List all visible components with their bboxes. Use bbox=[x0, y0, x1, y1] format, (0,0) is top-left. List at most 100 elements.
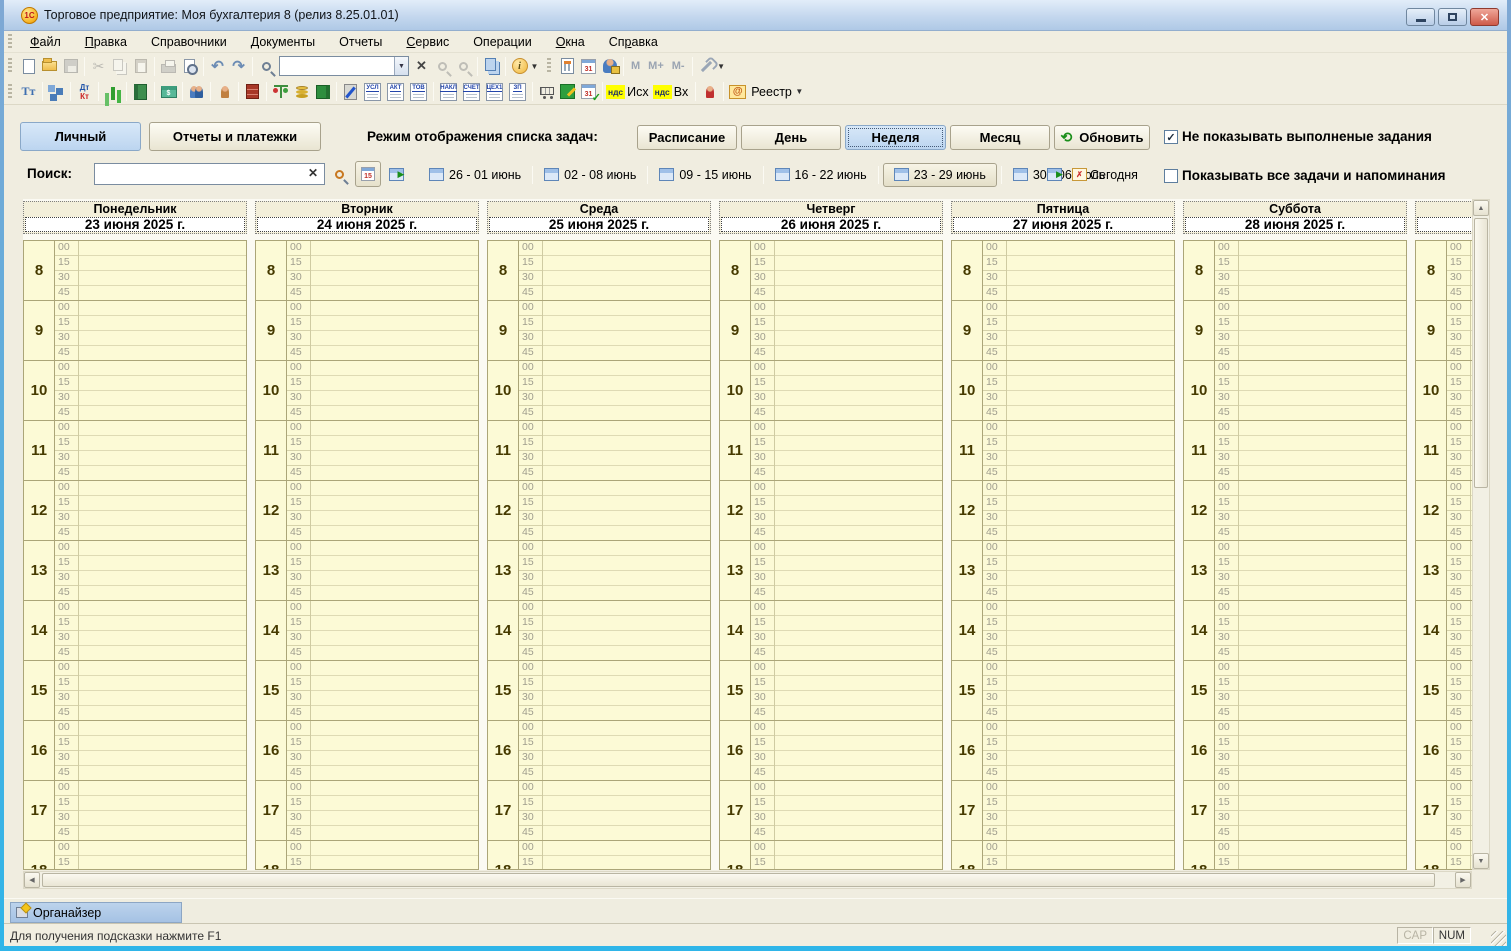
money-icon[interactable] bbox=[291, 81, 312, 102]
organizer-window-tab[interactable]: Органайзер bbox=[10, 902, 182, 923]
time-slot[interactable] bbox=[311, 346, 478, 361]
time-slot[interactable] bbox=[543, 241, 710, 256]
time-slot[interactable] bbox=[1239, 436, 1406, 451]
time-slot[interactable] bbox=[775, 526, 942, 541]
time-slot[interactable] bbox=[543, 301, 710, 316]
time-slot[interactable] bbox=[543, 436, 710, 451]
time-slot[interactable] bbox=[79, 856, 246, 870]
hide-done-checkbox[interactable]: ✓ bbox=[1164, 130, 1178, 144]
close-button[interactable]: ✕ bbox=[1470, 8, 1499, 26]
time-slot[interactable] bbox=[543, 316, 710, 331]
time-slot[interactable] bbox=[775, 766, 942, 781]
calendar-check-icon[interactable]: 31✓ bbox=[578, 81, 599, 102]
calculator-icon[interactable] bbox=[557, 56, 578, 77]
print-preview-icon[interactable] bbox=[179, 56, 200, 77]
time-slot[interactable] bbox=[311, 781, 478, 796]
time-slot[interactable] bbox=[311, 826, 478, 841]
time-slot[interactable] bbox=[543, 721, 710, 736]
time-slot[interactable] bbox=[543, 856, 710, 870]
time-slot[interactable] bbox=[543, 646, 710, 661]
time-slot[interactable] bbox=[311, 391, 478, 406]
time-slot[interactable] bbox=[79, 706, 246, 721]
menu-item[interactable]: Отчеты bbox=[327, 32, 394, 52]
time-slot[interactable] bbox=[1239, 571, 1406, 586]
day-header[interactable] bbox=[1415, 201, 1472, 234]
memory-recall-button[interactable]: M bbox=[627, 56, 644, 77]
time-slot[interactable] bbox=[311, 691, 478, 706]
time-slot[interactable] bbox=[775, 406, 942, 421]
time-slot[interactable] bbox=[543, 601, 710, 616]
time-slot[interactable] bbox=[1007, 586, 1174, 601]
copy-icon[interactable] bbox=[109, 56, 130, 77]
time-slot[interactable] bbox=[1239, 241, 1406, 256]
time-slot[interactable] bbox=[1007, 841, 1174, 856]
time-slot[interactable] bbox=[1239, 331, 1406, 346]
time-slot[interactable] bbox=[775, 586, 942, 601]
vertical-scrollbar[interactable]: ▲ ▼ bbox=[1472, 199, 1490, 870]
time-slot[interactable] bbox=[1007, 796, 1174, 811]
time-slot[interactable] bbox=[775, 331, 942, 346]
time-slot[interactable] bbox=[1007, 616, 1174, 631]
time-slot[interactable] bbox=[311, 301, 478, 316]
time-slot[interactable] bbox=[1007, 706, 1174, 721]
time-slot[interactable] bbox=[79, 676, 246, 691]
week-button[interactable]: 26 - 01 июнь bbox=[422, 165, 528, 185]
day-header[interactable]: Четверг26 июня 2025 г. bbox=[719, 201, 943, 234]
time-slot[interactable] bbox=[543, 466, 710, 481]
time-slot[interactable] bbox=[1007, 466, 1174, 481]
time-slot[interactable] bbox=[1007, 646, 1174, 661]
time-slot[interactable] bbox=[79, 241, 246, 256]
time-slot[interactable] bbox=[79, 556, 246, 571]
tab-personal[interactable]: Личный bbox=[20, 122, 141, 151]
clear-search-icon[interactable]: ✕ bbox=[411, 56, 432, 77]
week-button[interactable]: 02 - 08 июнь bbox=[537, 165, 643, 185]
time-slot[interactable] bbox=[79, 571, 246, 586]
time-slot[interactable] bbox=[775, 376, 942, 391]
employees-icon[interactable] bbox=[186, 81, 207, 102]
time-slot[interactable] bbox=[775, 241, 942, 256]
green-notebook-icon[interactable] bbox=[557, 81, 578, 102]
time-slot[interactable] bbox=[543, 511, 710, 526]
journal-icon[interactable] bbox=[130, 81, 151, 102]
time-slot[interactable] bbox=[79, 601, 246, 616]
time-slot[interactable] bbox=[1239, 256, 1406, 271]
time-slot[interactable] bbox=[543, 586, 710, 601]
time-slot[interactable] bbox=[543, 271, 710, 286]
time-slot[interactable] bbox=[311, 466, 478, 481]
time-slot[interactable] bbox=[1239, 631, 1406, 646]
scales-icon[interactable] bbox=[270, 81, 291, 102]
time-slot[interactable] bbox=[1007, 481, 1174, 496]
time-slot[interactable] bbox=[543, 676, 710, 691]
time-slot[interactable] bbox=[79, 616, 246, 631]
time-slot[interactable] bbox=[775, 646, 942, 661]
time-slot[interactable] bbox=[1007, 346, 1174, 361]
menu-item[interactable]: Окна bbox=[544, 32, 597, 52]
time-slot[interactable] bbox=[1239, 766, 1406, 781]
clear-input-icon[interactable]: ✕ bbox=[308, 166, 318, 180]
search-go-button[interactable] bbox=[328, 163, 351, 186]
time-slot[interactable] bbox=[775, 781, 942, 796]
menu-item[interactable]: Справка bbox=[597, 32, 670, 52]
doc-zp-icon[interactable]: ЗП bbox=[506, 81, 529, 102]
time-slot[interactable] bbox=[543, 751, 710, 766]
time-slot[interactable] bbox=[79, 736, 246, 751]
time-slot[interactable] bbox=[543, 631, 710, 646]
info-icon[interactable]: i bbox=[509, 56, 530, 77]
time-slot[interactable] bbox=[1007, 541, 1174, 556]
print-icon[interactable] bbox=[158, 56, 179, 77]
memory-plus-button[interactable]: M+ bbox=[644, 56, 668, 77]
time-slot[interactable] bbox=[311, 646, 478, 661]
time-slot[interactable] bbox=[311, 511, 478, 526]
time-slot[interactable] bbox=[1007, 766, 1174, 781]
time-slot[interactable] bbox=[543, 811, 710, 826]
time-slot[interactable] bbox=[543, 826, 710, 841]
find-icon[interactable] bbox=[256, 56, 277, 77]
safe-icon[interactable] bbox=[312, 81, 333, 102]
time-slot[interactable] bbox=[775, 856, 942, 870]
time-slot[interactable] bbox=[79, 691, 246, 706]
time-slot[interactable] bbox=[775, 436, 942, 451]
time-slot[interactable] bbox=[79, 751, 246, 766]
time-slot[interactable] bbox=[1007, 601, 1174, 616]
time-slot[interactable] bbox=[311, 571, 478, 586]
time-slot[interactable] bbox=[543, 736, 710, 751]
